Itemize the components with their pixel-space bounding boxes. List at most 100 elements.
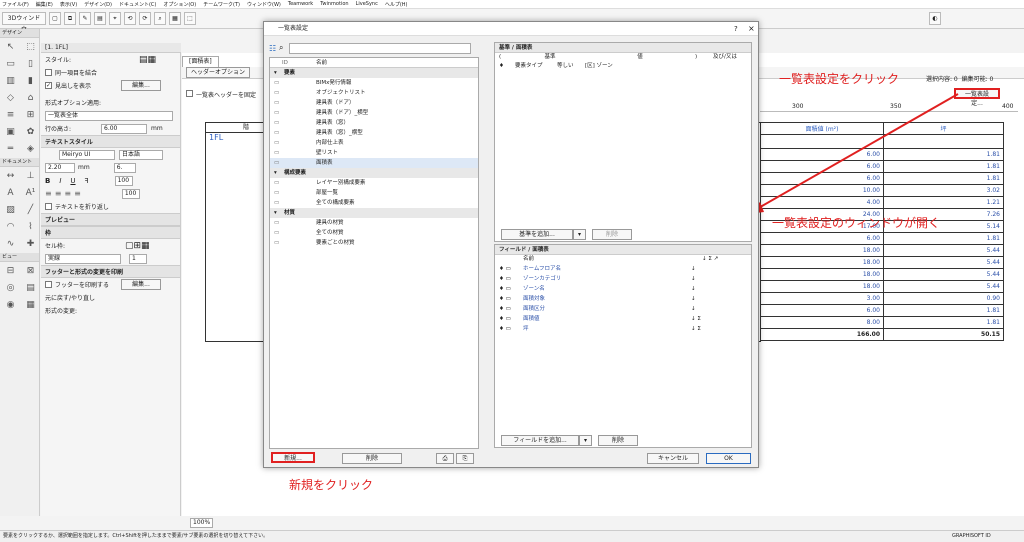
3d-window-button[interactable]: 3Dウィンドウ [2,12,46,33]
add-criteria-button[interactable]: 基準を追加... [501,229,573,240]
new-button[interactable]: 新規... [271,452,315,463]
field-row[interactable]: ♦ ▭ 坪 ↓ Σ [495,324,751,334]
add-field-button[interactable]: フィールドを追加... [501,435,579,446]
text-style-header[interactable]: テキストスタイル [45,137,93,146]
list-item[interactable]: ▭ レイヤー別構成要素 [270,178,478,188]
cancel-button[interactable]: キャンセル [647,453,699,464]
list-item[interactable]: ▭ 面積表 [270,158,478,168]
fill-tool-icon[interactable]: ▨ [1,202,20,218]
slant-input[interactable]: 6. [113,162,136,173]
label-tool-icon[interactable]: A¹ [21,185,40,201]
align-buttons[interactable]: ≡≡≡≡ [45,189,84,198]
underline-button[interactable]: U [70,177,75,185]
railing-tool-icon[interactable]: ⊞ [21,107,40,123]
toolbar-icon[interactable]: ◐ [929,12,941,25]
dimension-tool-icon[interactable]: ↔ [1,168,20,184]
polyline-tool-icon[interactable]: ⌇ [21,219,40,235]
footer-checkbox[interactable] [45,281,52,288]
graphisoft-id[interactable]: GRAPHISOFT ID [952,531,991,542]
zone-tool-icon[interactable]: ▣ [1,124,20,140]
export-icon[interactable]: ⎘ [456,453,474,464]
tree-view-icon[interactable]: ☷ [269,44,279,53]
field-row[interactable]: ♦ ▭ 面積値 ↓ Σ [495,314,751,324]
object-tool-icon[interactable]: ✿ [21,124,40,140]
sort-sum-icons[interactable]: ↓ [691,274,696,284]
edit-button[interactable]: 編集... [121,80,162,91]
bold-button[interactable]: B [45,177,50,185]
sort-sum-icons[interactable]: ↓ [691,264,696,274]
sort-sum-icons[interactable]: ↓ [691,304,696,314]
window-tool-icon[interactable]: ▥ [1,73,20,89]
preview-header[interactable]: プレビュー [45,215,75,224]
spline-tool-icon[interactable]: ∿ [1,236,20,252]
info-tab[interactable]: [1. 1FL] [41,43,181,53]
roof-tool-icon[interactable]: ⌂ [21,90,40,106]
list-item[interactable]: ▭ オブジェクトリスト [270,88,478,98]
width-pct-input[interactable]: 100 [114,175,133,186]
hotspot-tool-icon[interactable]: ✚ [21,236,40,252]
sort-sum-icons[interactable]: ↓ Σ [691,324,701,334]
footer-header[interactable]: フッターと形式の変更を印刷 [45,267,123,276]
criteria-header[interactable]: 基準 / 面積表 [495,43,751,53]
worksheet-tool-icon[interactable]: ▤ [21,280,40,296]
search-input[interactable] [289,42,471,54]
line-type-select[interactable]: 実線 [45,253,121,264]
list-item[interactable]: ▭ 部屋一覧 [270,188,478,198]
frame-header[interactable]: 枠 [45,228,51,237]
wall-tool-icon[interactable]: ▭ [1,56,20,72]
list-item[interactable]: ▭ 建具表（窓） [270,118,478,128]
menu-item[interactable]: 編集(E) [36,1,53,8]
cell-border-icons[interactable]: ▢⊞▦ [125,241,150,251]
add-criteria-dropdown[interactable]: ▾ [573,229,587,240]
delete-field-button[interactable]: 削除 [598,435,639,446]
elevation-tool-icon[interactable]: ⊠ [21,263,40,279]
language-select[interactable]: 日本語 [119,149,163,160]
toolbar-icon[interactable]: ▢ [49,12,61,25]
menu-item[interactable]: ヘルプ(H) [385,1,408,8]
add-field-dropdown[interactable]: ▾ [579,435,593,446]
menu-item[interactable]: ファイル(F) [2,1,29,8]
pen-input[interactable]: 1 [129,253,147,264]
fix-header-checkbox[interactable] [186,90,193,97]
headers-checkbox[interactable]: ✓ [45,82,52,89]
size-input[interactable]: 2.20 [45,162,75,173]
italic-button[interactable]: I [59,177,61,185]
menu-item[interactable]: 表示(V) [60,1,77,8]
delete-criteria-button[interactable]: 削除 [592,229,633,240]
field-row[interactable]: ♦ ▭ ゾーンカテゴリ ↓ [495,274,751,284]
font-select[interactable]: Meiryo UI [59,149,115,160]
field-row[interactable]: ♦ ▭ ゾーン名 ↓ [495,284,751,294]
menu-item[interactable]: デザイン(D) [84,1,112,8]
toolbar-icon[interactable]: ⟳ [139,12,151,25]
column-tool-icon[interactable]: ▮ [21,73,40,89]
criteria-row[interactable]: ♦ 要素タイプ 等しい [区] ゾーン [495,62,751,71]
slab-tool-icon[interactable]: ◇ [1,90,20,106]
menu-item[interactable]: チームワーク(T) [203,1,240,8]
arc-tool-icon[interactable]: ◠ [1,219,20,235]
door-tool-icon[interactable]: ▯ [21,56,40,72]
list-group[interactable]: ▾ 要素 [270,68,478,78]
import-icon[interactable]: ⎙ [436,453,454,464]
help-button[interactable]: ? [734,22,738,36]
marquee-tool-icon[interactable]: ⬚ [21,39,40,55]
sort-sum-icons[interactable]: ↓ [691,294,696,304]
list-item[interactable]: ▭ 建具表（ドア） [270,98,478,108]
menu-item[interactable]: ウィンドウ(W) [247,1,281,8]
field-row[interactable]: ♦ ▭ ホームフロア名 ↓ [495,264,751,274]
toolbar-icon[interactable]: ⌕ [154,12,166,25]
detail-tool-icon[interactable]: ◎ [1,280,20,296]
toolbar-icon[interactable]: ▤ [94,12,106,25]
text-tool-icon[interactable]: A [1,185,20,201]
list-item[interactable]: ▭ 全ての構成要素 [270,198,478,208]
menu-item[interactable]: Twinmotion [320,1,348,7]
fields-header[interactable]: フィールド / 面積表 [495,245,751,255]
list-item[interactable]: ▭ 要素ごとの材質 [270,238,478,248]
zoom-control[interactable]: 100% [190,518,214,528]
toolbar-icon[interactable]: ⬚ [184,12,196,25]
menu-item[interactable]: オプション(O) [163,1,196,8]
list-item[interactable]: ▭ 壁リスト [270,148,478,158]
style-toggle[interactable]: ▤▦ [139,55,156,65]
row-height-input[interactable]: 6.00 [101,123,147,134]
merge-checkbox[interactable] [45,69,52,76]
menu-item[interactable]: LiveSync [356,1,378,7]
